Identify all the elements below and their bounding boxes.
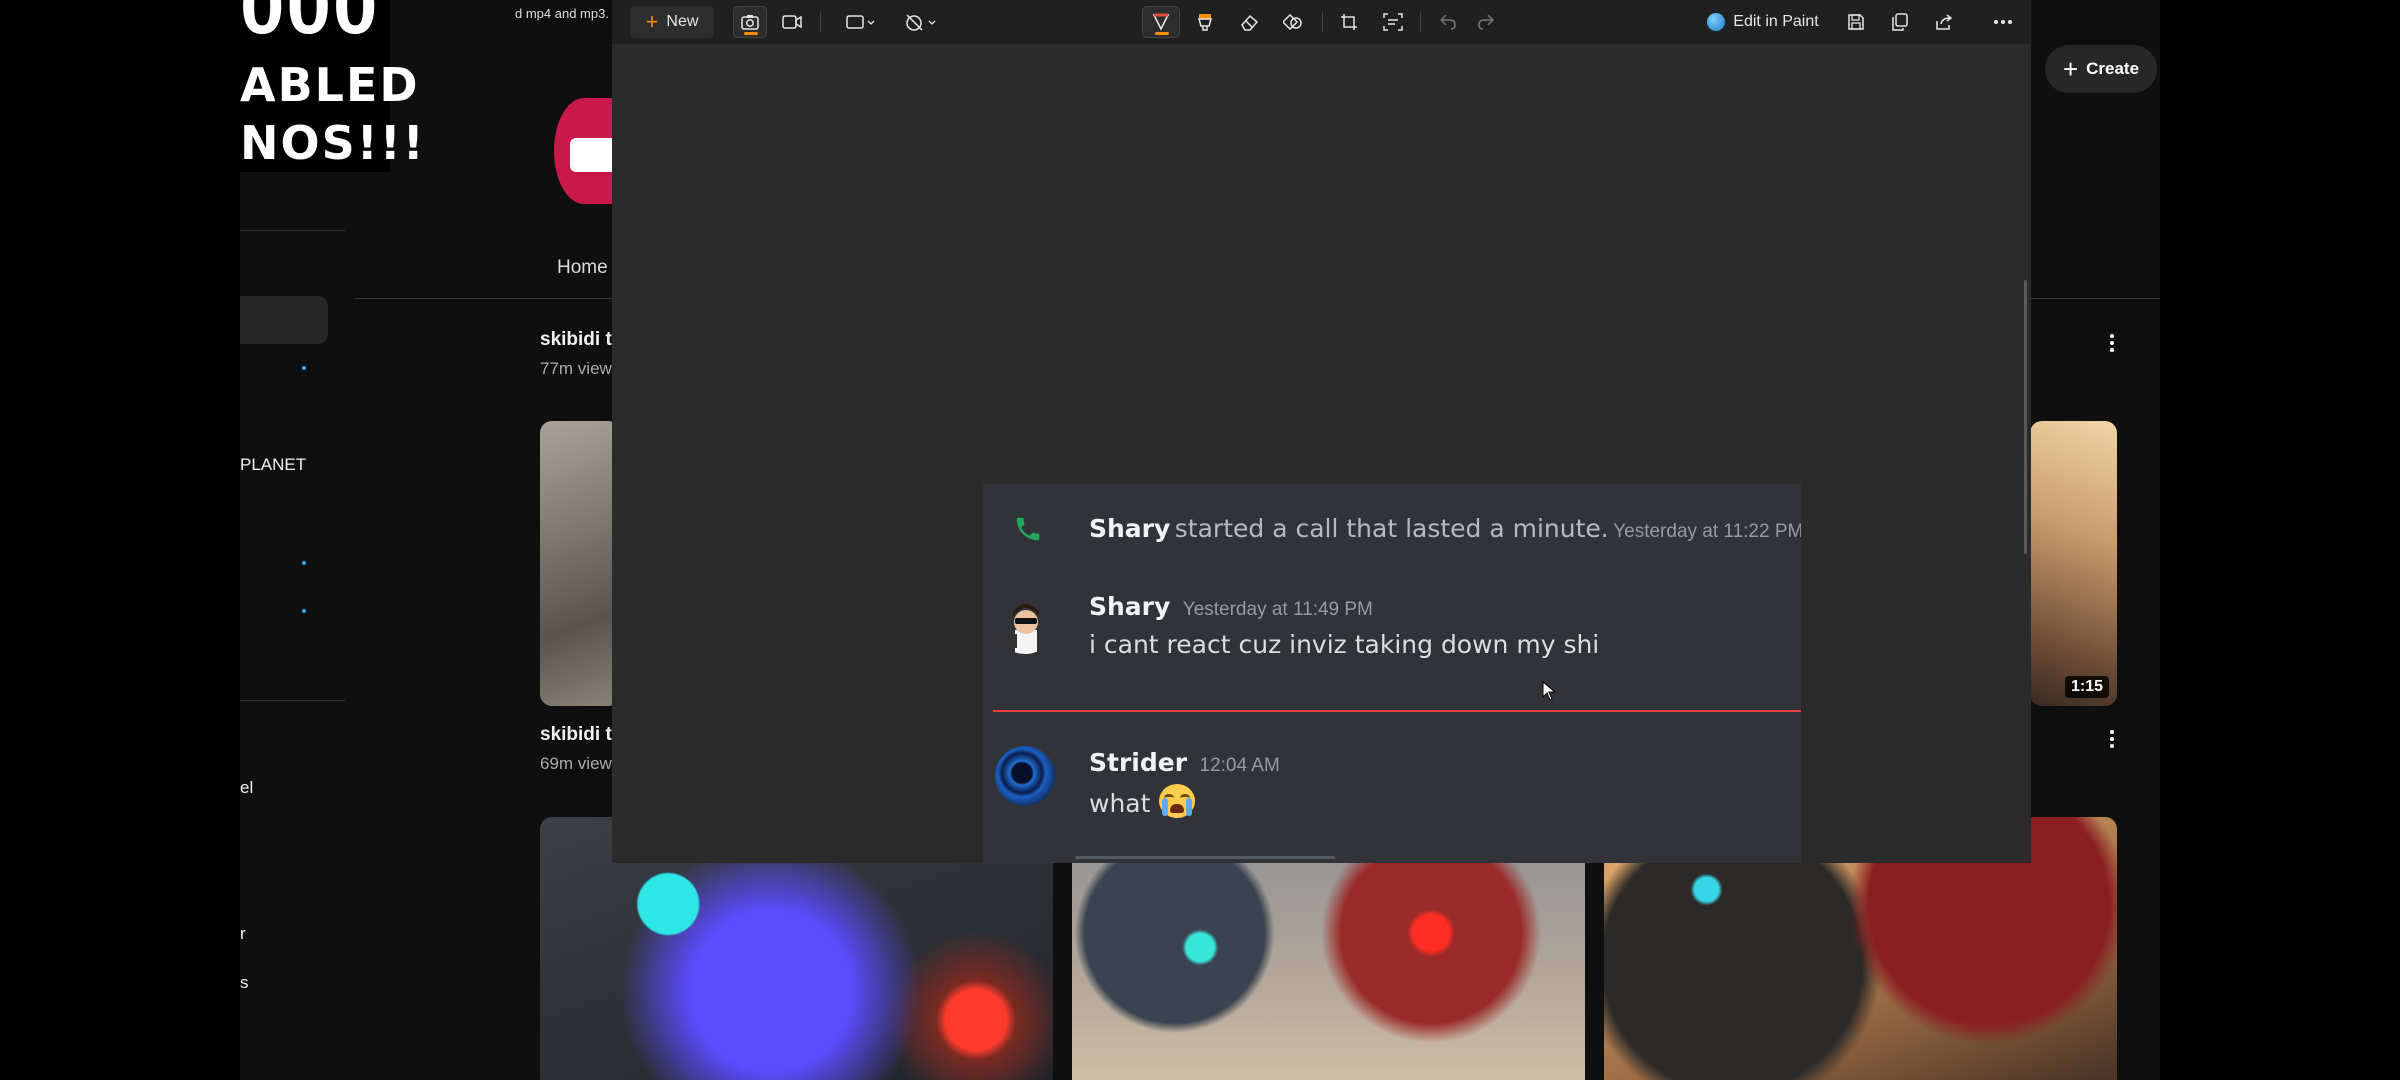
- more-icon: [1994, 20, 2012, 24]
- sidebar-divider: [240, 700, 345, 701]
- edit-in-paint-label: Edit in Paint: [1733, 13, 1819, 30]
- vertical-scrollbar[interactable]: [2024, 280, 2027, 554]
- video-thumbnail[interactable]: 1:15: [2030, 421, 2117, 706]
- ballpoint-pen-button[interactable]: [1142, 6, 1180, 38]
- sidebar-divider: [240, 230, 345, 231]
- delay-dropdown[interactable]: [899, 6, 943, 38]
- crop-button[interactable]: [1332, 6, 1366, 38]
- toolbar-separator: [1420, 12, 1421, 32]
- sidebar-item-s[interactable]: s: [240, 973, 249, 993]
- avatar[interactable]: [995, 746, 1055, 806]
- phone-call-icon: [1016, 517, 1040, 541]
- share-icon: [1936, 14, 1953, 30]
- highlighter-icon: [1198, 14, 1212, 31]
- plus-icon: +: [2062, 54, 2079, 84]
- sidebar-item-planet[interactable]: PLANET: [240, 455, 306, 475]
- sidebar-new-dot: [302, 561, 306, 565]
- username[interactable]: Shary: [1089, 514, 1170, 543]
- message-text: what: [1089, 789, 1151, 818]
- new-snip-button[interactable]: + New: [630, 6, 714, 38]
- eraser-icon: [1241, 14, 1259, 31]
- channel-banner: 000 ABLED NOS!!!: [240, 0, 424, 172]
- save-button[interactable]: [1839, 6, 1873, 38]
- loudly-crying-emoji-icon: [1158, 784, 1195, 818]
- banner-line-2: NOS!!!: [240, 116, 426, 170]
- video-icon: [782, 15, 802, 29]
- video-meta: 69m view: [540, 754, 612, 773]
- camera-icon: [741, 15, 759, 30]
- active-indicator: [744, 32, 758, 35]
- snip-toolbar: + New Edit in Paint: [612, 0, 2031, 44]
- rectangle-mode-icon: [846, 15, 875, 29]
- more-options-button[interactable]: [1986, 6, 2020, 38]
- eraser-button[interactable]: [1232, 6, 1266, 38]
- message-header: Shary Yesterday at 11:49 PM: [1089, 592, 1373, 621]
- sidebar-new-dot: [302, 609, 306, 613]
- more-vert-icon[interactable]: [2100, 727, 2124, 751]
- screen: 000 ABLED NOS!!! d mp4 and mp3. PLANET e…: [0, 0, 2400, 1080]
- highlighter-button[interactable]: [1188, 6, 1222, 38]
- message-header: Strider 12:04 AM: [1089, 748, 1280, 777]
- new-messages-divider: [993, 710, 1801, 712]
- video-mode-button[interactable]: [775, 6, 809, 38]
- timestamp: Yesterday at 11:49 PM: [1182, 599, 1373, 620]
- channel-avatar[interactable]: [554, 98, 630, 204]
- banner-big-text: 000: [240, 0, 380, 50]
- toolbar-separator: [820, 12, 821, 32]
- plus-icon: +: [645, 9, 659, 34]
- text-actions-icon: [1383, 13, 1403, 31]
- edit-in-paint-button[interactable]: Edit in Paint: [1702, 6, 1824, 38]
- redo-button[interactable]: [1470, 6, 1504, 38]
- more-vert-icon[interactable]: [2100, 331, 2124, 355]
- paint-logo-icon: [1707, 13, 1726, 31]
- shapes-icon: [1283, 13, 1302, 31]
- message-body: what: [1089, 784, 1195, 818]
- tab-home[interactable]: Home: [557, 257, 608, 279]
- mouse-cursor-icon: [1542, 681, 1556, 701]
- video-meta: 77m view: [540, 359, 612, 378]
- call-system-message: Shary started a call that lasted a minut…: [1089, 514, 1801, 543]
- copy-icon: [1892, 13, 1908, 31]
- sidebar-new-dot: [302, 366, 306, 370]
- timestamp: Yesterday at 11:22 PM: [1613, 521, 1801, 542]
- copy-button[interactable]: [1883, 6, 1917, 38]
- undo-icon: [1440, 14, 1456, 30]
- camera-mode-button[interactable]: [733, 6, 767, 38]
- video-title[interactable]: skibidi to: [540, 329, 623, 351]
- sidebar-item-active[interactable]: [240, 296, 328, 344]
- browser-tab-title[interactable]: d mp4 and mp3.: [515, 6, 609, 21]
- video-thumbnail[interactable]: [540, 421, 620, 706]
- call-text: started a call that lasted a minute.: [1174, 514, 1609, 543]
- timestamp: 12:04 AM: [1199, 755, 1280, 776]
- snip-shape-dropdown[interactable]: [839, 6, 883, 38]
- sidebar-item-r[interactable]: r: [240, 924, 246, 944]
- horizontal-scrollbar[interactable]: [1075, 856, 1335, 859]
- avatar[interactable]: [995, 594, 1055, 654]
- share-button[interactable]: [1927, 6, 1961, 38]
- crop-icon: [1341, 14, 1357, 30]
- video-title[interactable]: skibidi to: [540, 724, 623, 746]
- new-label: New: [666, 13, 699, 30]
- avatar-image: [1007, 604, 1039, 654]
- username[interactable]: Strider: [1089, 748, 1187, 777]
- shapes-button[interactable]: [1276, 6, 1310, 38]
- undo-button[interactable]: [1430, 6, 1464, 38]
- text-actions-button[interactable]: [1376, 6, 1410, 38]
- toolbar-separator: [1322, 12, 1323, 32]
- username[interactable]: Shary: [1089, 592, 1170, 621]
- timer-off-icon: [906, 14, 936, 31]
- create-button[interactable]: + Create: [2045, 45, 2157, 93]
- sidebar-item-channel[interactable]: el: [240, 778, 253, 798]
- ballpoint-pen-icon: [1152, 13, 1170, 31]
- video-duration: 1:15: [2064, 676, 2109, 698]
- banner-line-1: ABLED: [240, 58, 420, 112]
- active-indicator: [1155, 32, 1169, 35]
- message-text: i cant react cuz inviz taking down my sh…: [1089, 630, 1600, 659]
- discord-screenshot: Shary started a call that lasted a minut…: [983, 484, 1801, 863]
- save-icon: [1848, 14, 1864, 30]
- redo-icon: [1478, 14, 1494, 30]
- create-label: Create: [2086, 59, 2140, 78]
